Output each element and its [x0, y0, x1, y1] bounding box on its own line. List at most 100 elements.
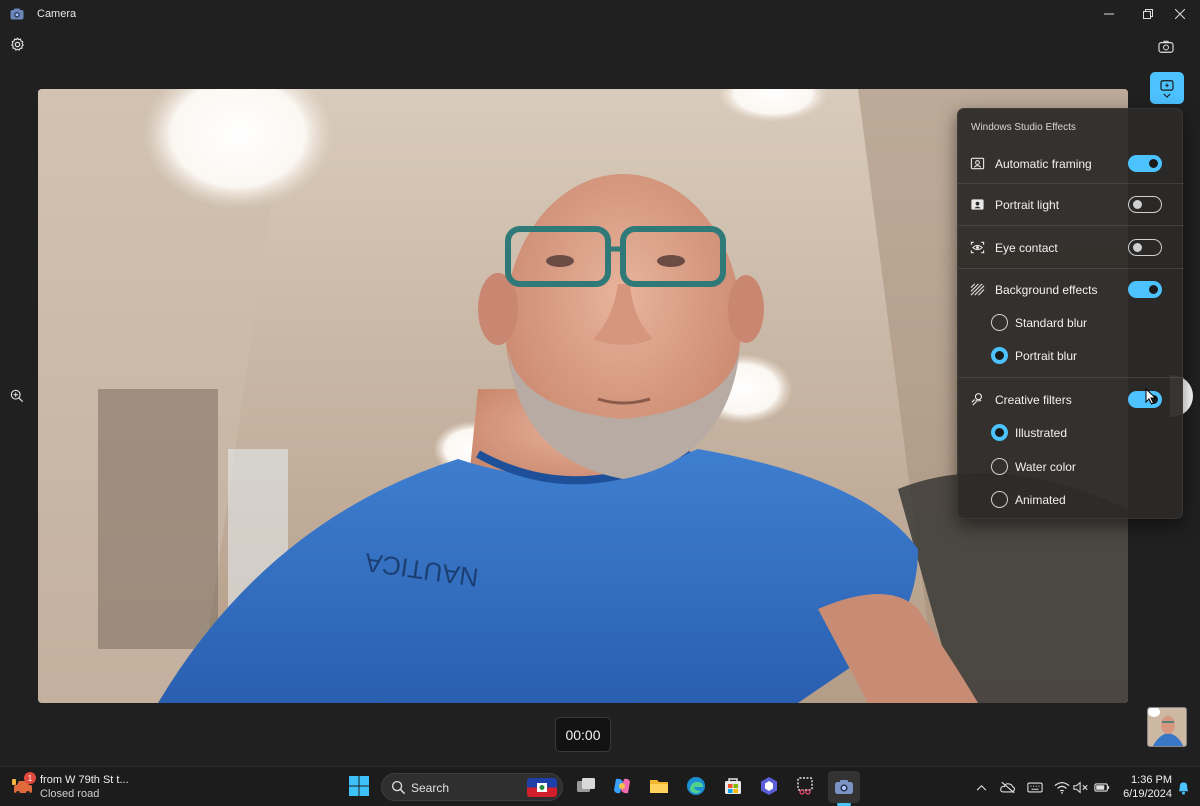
option-water-color[interactable]: Water color	[958, 451, 1184, 483]
cloud-offline-icon	[1000, 781, 1015, 793]
effect-label: Portrait light	[995, 198, 1060, 212]
portrait-light-toggle[interactable]	[1128, 196, 1162, 213]
option-illustrated[interactable]: Illustrated	[958, 417, 1184, 449]
wifi-button[interactable]	[1054, 779, 1070, 795]
divider	[958, 225, 1184, 226]
minimize-icon	[1104, 13, 1114, 15]
snipping-tool-button[interactable]	[793, 774, 817, 798]
creative-filters-icon	[970, 392, 986, 408]
standard-blur-radio[interactable]	[991, 314, 1008, 331]
option-label: Water color	[1015, 460, 1076, 474]
gear-icon	[10, 37, 24, 51]
recording-timer: 00:00	[555, 717, 611, 752]
close-icon	[1175, 9, 1185, 19]
settings-button[interactable]	[6, 33, 28, 55]
option-portrait-blur[interactable]: Portrait blur	[958, 340, 1184, 372]
water-color-radio[interactable]	[991, 458, 1008, 475]
effect-portrait-light[interactable]: Portrait light	[958, 185, 1184, 225]
news-title[interactable]: from W 79th St t...	[40, 774, 129, 786]
start-button[interactable]	[347, 774, 371, 798]
app-hexagon-icon	[761, 777, 777, 795]
title-bar: Camera	[0, 0, 1200, 28]
copilot-button[interactable]	[610, 774, 634, 798]
taskbar: 1 from W 79th St t... Closed road Search	[0, 766, 1200, 806]
store-icon	[725, 778, 741, 794]
switch-camera-button[interactable]	[1155, 36, 1177, 58]
effect-automatic-framing[interactable]: Automatic framing	[958, 144, 1184, 184]
file-explorer-button[interactable]	[647, 774, 671, 798]
close-button[interactable]	[1160, 0, 1200, 28]
volume-button[interactable]	[1073, 779, 1089, 795]
edge-button[interactable]	[684, 774, 708, 798]
last-capture-thumbnail[interactable]	[1147, 707, 1187, 747]
eye-contact-icon	[970, 240, 986, 256]
option-label: Standard blur	[1015, 316, 1088, 330]
portrait-light-icon	[970, 197, 986, 213]
option-animated[interactable]: Animated	[958, 484, 1184, 516]
effect-eye-contact[interactable]: Eye contact	[958, 228, 1184, 268]
keyboard-icon	[1027, 782, 1043, 792]
search-highlight-image	[527, 778, 557, 797]
divider	[958, 183, 1184, 184]
framing-icon	[970, 156, 986, 172]
divider	[958, 268, 1184, 269]
effect-label: Creative filters	[995, 393, 1072, 407]
option-label: Animated	[1015, 493, 1066, 507]
power-automate-button[interactable]	[757, 774, 781, 798]
restore-icon	[1143, 9, 1153, 19]
minimize-button[interactable]	[1089, 0, 1129, 28]
panel-title: Windows Studio Effects	[971, 122, 1076, 133]
wifi-icon	[1054, 781, 1070, 794]
portrait-blur-radio[interactable]	[991, 347, 1008, 364]
effect-label: Eye contact	[995, 241, 1058, 255]
option-standard-blur[interactable]: Standard blur	[958, 307, 1184, 339]
zoom-in-icon	[10, 389, 24, 403]
windows-logo-icon	[349, 776, 369, 796]
search-placeholder: Search	[411, 781, 450, 795]
effect-background-effects[interactable]: Background effects	[958, 270, 1184, 310]
camera-icon	[835, 780, 853, 794]
thumbnail-image	[1148, 708, 1186, 746]
notifications-button[interactable]	[1175, 779, 1191, 795]
automatic-framing-toggle[interactable]	[1128, 155, 1162, 172]
background-effects-toggle[interactable]	[1128, 281, 1162, 298]
mouse-cursor-icon	[1145, 388, 1157, 405]
option-label: Portrait blur	[1015, 349, 1078, 363]
battery-button[interactable]	[1094, 779, 1110, 795]
copilot-icon	[614, 778, 630, 794]
microsoft-store-button[interactable]	[721, 774, 745, 798]
show-hidden-icons-button[interactable]	[973, 779, 989, 795]
effect-label: Background effects	[995, 283, 1098, 297]
camera-app-icon	[10, 7, 24, 20]
effect-label: Automatic framing	[995, 157, 1092, 171]
option-label: Illustrated	[1015, 426, 1068, 440]
task-view-button[interactable]	[574, 774, 598, 798]
studio-effects-icon	[1160, 79, 1174, 91]
edge-browser-icon	[687, 777, 705, 795]
notification-badge: 1	[24, 772, 36, 784]
switch-camera-icon	[1158, 40, 1174, 53]
studio-effects-panel: Windows Studio Effects Automatic framing…	[957, 108, 1184, 519]
background-effects-icon	[970, 282, 986, 298]
window-title: Camera	[37, 8, 77, 20]
studio-effects-button[interactable]	[1150, 72, 1184, 104]
taskbar-search-box[interactable]: Search	[381, 773, 563, 801]
keyboard-button[interactable]	[1027, 779, 1043, 795]
clock-date[interactable]: 6/19/2024	[1118, 788, 1172, 800]
chevron-up-icon	[976, 784, 986, 791]
folder-icon	[650, 780, 668, 793]
clock-time[interactable]: 1:36 PM	[1126, 774, 1172, 786]
snipping-tool-icon	[797, 777, 813, 795]
bell-icon	[1178, 781, 1188, 795]
eye-contact-toggle[interactable]	[1128, 239, 1162, 256]
search-icon	[391, 780, 406, 795]
camera-taskbar-button[interactable]	[828, 771, 860, 803]
battery-icon	[1094, 782, 1110, 792]
cloud-sync-button[interactable]	[1000, 779, 1016, 795]
animated-radio[interactable]	[991, 491, 1008, 508]
zoom-button[interactable]	[6, 385, 28, 407]
news-subtitle[interactable]: Closed road	[40, 788, 99, 800]
illustrated-radio[interactable]	[991, 424, 1008, 441]
chevron-down-icon	[1163, 93, 1171, 98]
volume-muted-icon	[1073, 780, 1088, 794]
